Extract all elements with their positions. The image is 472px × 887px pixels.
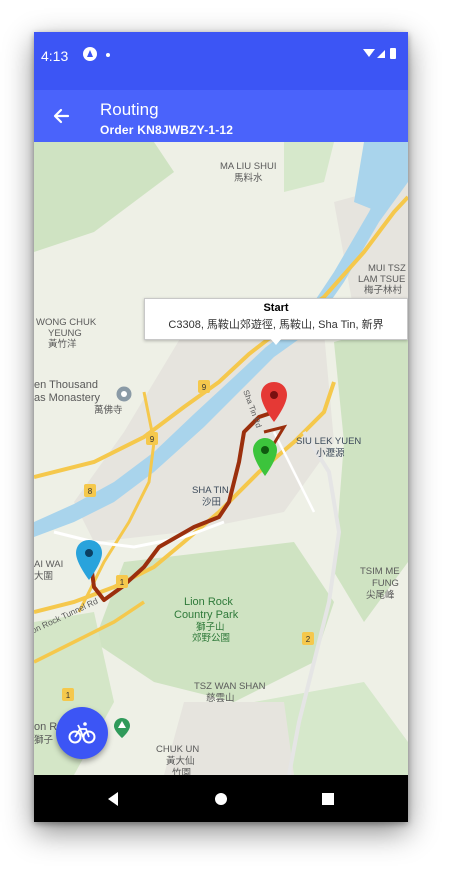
map-label: Lion Rock [184,596,233,608]
map-label: CHUK UN [156,744,200,755]
app-notification-icon [83,47,110,61]
map-label: 小瀝源 [316,448,345,459]
end-marker-icon[interactable] [76,540,102,580]
map-label: 尖尾峰 [366,590,395,601]
map-label: FUNG [372,578,399,589]
info-window-title: Start [263,302,289,314]
map-label: 萬佛寺 [94,405,123,416]
arrow-back-icon [53,108,70,124]
status-bar: 4:13 [34,32,408,90]
park-poi-icon[interactable] [114,718,130,738]
phone-screen: 4:13 Routing Order KN8JWBZY-1-12 MA LIU … [34,32,408,822]
map-label: 獅子 [34,735,54,746]
map-label: 黃大仙 [166,756,195,767]
info-window-address: C3308, 馬鞍山郊遊徑, 馬鞍山, Sha Tin, 新界 [168,319,384,331]
map-label: 慈雲山 [206,693,235,704]
triangle-back-icon [108,792,118,806]
system-icons [362,46,400,67]
info-window-tail [269,337,283,345]
map-label: SHA TIN [192,485,229,496]
map-label: SIU LEK YUEN [296,436,362,447]
order-id: Order KN8JWBZY-1-12 [100,123,234,137]
map-label: MA LIU SHUI [220,161,277,172]
map-label: 梅子林村 [364,285,403,296]
route-shield: 9 [146,432,158,445]
route-shield: 8 [84,484,96,497]
back-button[interactable] [48,102,76,130]
nav-back-button[interactable] [102,787,126,811]
map-label: AI WAI [34,559,64,570]
svg-text:1: 1 [66,691,71,700]
map-label: WONG CHUK [36,317,97,328]
nav-recents-button[interactable] [316,787,340,811]
app-bar: Routing Order KN8JWBZY-1-12 [34,90,408,142]
wifi-signal-battery-icon [363,48,396,59]
waypoint-marker-icon[interactable] [253,438,277,476]
system-nav-bar [34,775,408,822]
circle-home-icon [215,793,227,805]
notification-icons [82,46,122,67]
map-label: LAM TSUE [358,274,406,285]
bike-mode-fab[interactable] [56,707,108,759]
svg-text:9: 9 [202,383,207,392]
monastery-poi-icon[interactable] [116,386,132,402]
route-shield: 2 [302,632,314,645]
route-shield: 1 [116,575,128,588]
map-label: Country Park [174,609,239,621]
map-label: 獅子山 [196,622,225,633]
svg-text:9: 9 [150,435,155,444]
svg-text:1: 1 [120,578,125,587]
map-label: 沙田 [202,497,222,508]
start-marker-icon[interactable] [261,382,287,422]
page-title: Routing [100,100,159,119]
square-recents-icon [322,793,334,805]
map-label: TSIM ME [360,566,400,577]
map-label: 黃竹洋 [48,339,77,350]
map-label: TSZ WAN SHAN [194,681,266,692]
route-shield: 1 [62,688,74,701]
map-label: 大圍 [34,571,54,582]
marker-info-window[interactable]: Start C3308, 馬鞍山郊遊徑, 馬鞍山, Sha Tin, 新界 [144,298,408,345]
route-shield: 9 [198,380,210,393]
map-label: MUI TSZ [368,263,406,274]
nav-home-button[interactable] [209,787,233,811]
map-label: 馬料水 [234,173,263,184]
map-label: as Monastery [34,392,101,404]
map-view[interactable]: MA LIU SHUI 馬料水 MUI TSZ LAM TSUE 梅子林村 WO… [34,142,408,775]
map-label: YEUNG [48,328,82,339]
map-label: en Thousand [34,379,99,391]
bicycle-icon [68,722,96,744]
svg-text:2: 2 [306,635,311,644]
status-time: 4:13 [41,48,69,64]
map-label: 郊野公園 [192,633,231,644]
map-label: on R [34,721,58,733]
svg-text:8: 8 [88,487,93,496]
